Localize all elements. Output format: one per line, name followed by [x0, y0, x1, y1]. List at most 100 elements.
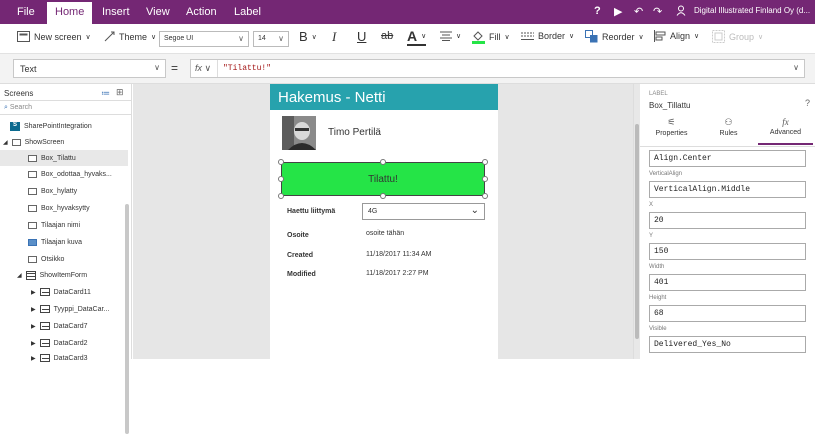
align-button[interactable]: Align ∨: [654, 30, 699, 42]
tab-advanced[interactable]: fx Advanced: [758, 117, 813, 145]
chevron-down-icon: ∨: [694, 33, 700, 40]
undo-icon[interactable]: ↶: [634, 5, 643, 18]
resize-handle[interactable]: [278, 159, 284, 165]
bold-button[interactable]: B ∨: [299, 29, 317, 44]
property-select[interactable]: Text ∨: [13, 59, 166, 78]
collapse-icon: ▶: [31, 289, 36, 296]
tree-item[interactable]: Box_hyvaksytty: [28, 200, 90, 216]
menu-view[interactable]: View: [146, 6, 170, 18]
tab-rules[interactable]: ⚇ Rules: [701, 117, 756, 145]
help-circle-icon[interactable]: ?: [805, 98, 810, 108]
property-value: Text: [20, 64, 37, 74]
visible-input[interactable]: Delivered_Yes_No: [649, 336, 806, 353]
resize-handle[interactable]: [380, 193, 386, 199]
resize-handle[interactable]: [482, 193, 488, 199]
tree-item[interactable]: Box_hylatty: [28, 183, 77, 199]
formula-divider: [217, 60, 218, 77]
tree-item[interactable]: Tilaajan nimi: [28, 217, 80, 233]
dropdown-value: 4G: [368, 208, 378, 215]
account-name[interactable]: Digital Illustrated Finland Oy (d...: [694, 6, 810, 15]
liittyma-dropdown[interactable]: 4G ⌄: [362, 203, 485, 220]
theme-button[interactable]: Theme ∨: [104, 31, 156, 42]
chevron-down-icon: ∨: [569, 33, 575, 40]
prop-label: X: [649, 202, 654, 208]
collapse-icon: ▶: [31, 323, 36, 330]
underline-button[interactable]: U: [357, 29, 366, 44]
align-input[interactable]: Align.Center: [649, 150, 806, 167]
play-icon[interactable]: ▶: [614, 5, 622, 18]
screens-title: Screens: [4, 89, 34, 98]
border-button[interactable]: Border ∨: [521, 31, 574, 41]
menu-insert[interactable]: Insert: [102, 6, 130, 18]
tree-item[interactable]: ▶ DataCard2: [31, 335, 87, 351]
formula-input[interactable]: fx ∨ "Tilattu!" ∨: [190, 59, 805, 78]
field-label: Created: [287, 252, 314, 259]
height-input[interactable]: 68: [649, 305, 806, 322]
list-view-icon[interactable]: ≔: [101, 88, 110, 99]
menu-home[interactable]: Home: [47, 2, 93, 24]
tree-item-label: Otsikko: [41, 255, 65, 263]
vertical-align-input[interactable]: VerticalAlign.Middle: [649, 181, 806, 198]
x-input[interactable]: 20: [649, 212, 806, 229]
tree-item-label: Box_Tilattu: [41, 154, 76, 162]
chevron-down-icon: ∨: [504, 34, 510, 41]
reorder-button[interactable]: Reorder ∨: [585, 30, 644, 43]
tree-item[interactable]: ▶ DataCard7: [31, 318, 87, 334]
resize-handle[interactable]: [482, 176, 488, 182]
control-name[interactable]: Box_Tillattu: [649, 101, 691, 110]
tab-properties[interactable]: ⚟ Properties: [644, 117, 699, 145]
resize-handle[interactable]: [380, 159, 386, 165]
text-align-button[interactable]: ∨: [440, 31, 461, 41]
properties-scrollbar[interactable]: [634, 84, 640, 359]
tree-item[interactable]: ◢ ShowScreen: [3, 134, 64, 150]
align-label: Align: [670, 31, 691, 41]
chevron-down-icon[interactable]: ∨: [793, 63, 799, 72]
tabs-divider: [640, 146, 815, 147]
menu-bar: File Home Insert View Action Label ? ▶ ↶…: [0, 0, 815, 24]
chevron-down-icon: ∨: [238, 34, 244, 43]
tree-item-label: Box_hyvaksytty: [41, 204, 90, 212]
search-box[interactable]: ⌕ Search: [0, 100, 131, 115]
resize-handle[interactable]: [278, 176, 284, 182]
redo-icon[interactable]: ↷: [653, 5, 662, 18]
field-label: Modified: [287, 271, 316, 278]
tree-item-label: SharePointIntegration: [24, 122, 92, 130]
account-icon[interactable]: [676, 5, 686, 19]
font-select[interactable]: Segoe UI ∨: [159, 31, 249, 47]
fill-bucket-icon: [472, 31, 485, 44]
tree-item[interactable]: Box_Tilattu: [0, 150, 128, 166]
fill-button[interactable]: Fill ∨: [472, 30, 510, 44]
strikethrough-label: ab: [381, 30, 394, 42]
formula-bar: Text ∨ = fx ∨ "Tilattu!" ∨: [0, 54, 815, 84]
y-input[interactable]: 150: [649, 243, 806, 260]
help-icon[interactable]: ?: [594, 5, 601, 17]
new-screen-button[interactable]: New screen ∨: [17, 31, 91, 42]
tree-item[interactable]: Tilaajan kuva: [28, 234, 82, 250]
menu-action[interactable]: Action: [186, 6, 217, 18]
resize-handle[interactable]: [278, 193, 284, 199]
italic-button[interactable]: I: [332, 29, 336, 45]
menu-label[interactable]: Label: [234, 6, 261, 18]
group-label: Group: [729, 31, 755, 42]
fx-icon[interactable]: fx ∨: [195, 63, 211, 74]
width-input[interactable]: 401: [649, 274, 806, 291]
font-color-button[interactable]: A ∨: [407, 28, 427, 46]
formula-value[interactable]: "Tilattu!": [223, 64, 271, 73]
group-button[interactable]: Group ∨: [712, 30, 763, 43]
field-value: osoite tähän: [366, 230, 405, 237]
tree-item[interactable]: ▶ Tyyppi_DataCar...: [31, 301, 109, 317]
font-size-select[interactable]: 14 ∨: [253, 31, 289, 47]
strikethrough-button[interactable]: ab: [381, 30, 393, 42]
tree-item[interactable]: ▶ DataCard11: [31, 284, 91, 300]
tree-item[interactable]: S SharePointIntegration: [10, 118, 92, 134]
tree-item[interactable]: Box_odottaa_hyvaks...: [28, 166, 112, 182]
tree-item[interactable]: Otsikko: [28, 251, 64, 267]
tree-item[interactable]: ▶ DataCard3: [31, 350, 87, 366]
expand-icon: ◢: [3, 139, 8, 146]
tree-scrollbar[interactable]: [125, 204, 129, 434]
grid-view-icon[interactable]: ⊞: [116, 87, 124, 98]
resize-handle[interactable]: [482, 159, 488, 165]
menu-file[interactable]: File: [17, 6, 35, 18]
tree-item[interactable]: ◢ ShowItemForm: [17, 267, 87, 283]
tree-item-label: Box_odottaa_hyvaks...: [41, 170, 112, 178]
